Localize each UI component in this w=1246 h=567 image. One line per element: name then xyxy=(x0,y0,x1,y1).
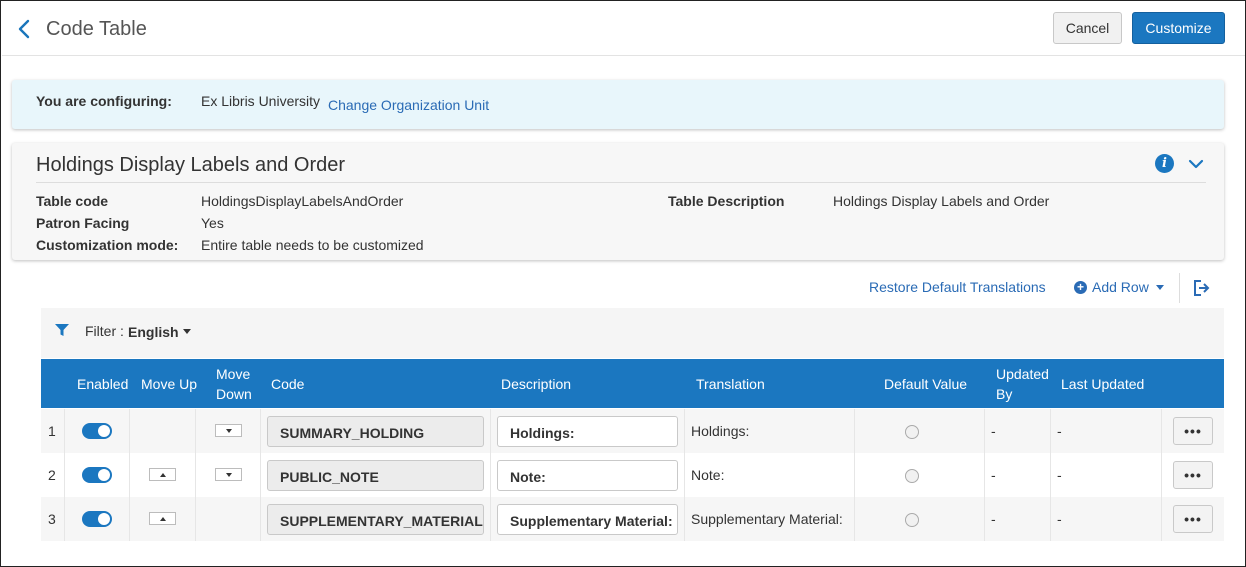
row-actions-more-button[interactable]: ••• xyxy=(1173,505,1213,533)
description-input[interactable]: Holdings: xyxy=(497,416,678,447)
configuring-panel: You are configuring: Ex Libris Universit… xyxy=(12,80,1224,129)
customization-mode-value: Entire table needs to be customized xyxy=(201,237,424,253)
plus-circle-icon: + xyxy=(1074,280,1087,294)
table-code-value: HoldingsDisplayLabelsAndOrder xyxy=(201,193,404,209)
row-number: 2 xyxy=(48,467,56,483)
default-value-radio[interactable] xyxy=(905,513,919,527)
table-header: Enabled Move Up Move Down Code Descripti… xyxy=(41,359,1224,408)
change-organization-link[interactable]: Change Organization Unit xyxy=(328,97,489,113)
details-divider xyxy=(36,182,1206,183)
row-actions-more-button[interactable]: ••• xyxy=(1173,461,1213,489)
details-title: Holdings Display Labels and Order xyxy=(36,154,346,176)
enabled-toggle[interactable] xyxy=(82,511,112,527)
last-updated-text: - xyxy=(1057,423,1062,439)
toolbar-divider xyxy=(1179,273,1180,303)
move-down-button[interactable] xyxy=(215,468,242,481)
code-field: SUMMARY_HOLDING xyxy=(267,416,484,447)
collapse-chevron-icon[interactable] xyxy=(1187,155,1205,173)
caret-down-icon xyxy=(1155,284,1164,290)
table-row: 2 PUBLIC_NOTE Note: Note: - - ••• xyxy=(41,453,1224,497)
col-move-down-line1[interactable]: Move xyxy=(216,364,250,384)
customize-button[interactable]: Customize xyxy=(1132,12,1225,44)
description-input[interactable]: Note: xyxy=(497,460,678,491)
table-row: 3 SUPPLEMENTARY_MATERIAL Supplementary M… xyxy=(41,497,1224,541)
enabled-toggle[interactable] xyxy=(82,467,112,483)
back-chevron-icon[interactable] xyxy=(14,16,36,42)
col-updated-by-line1[interactable]: Updated xyxy=(996,364,1049,384)
arrow-down-icon xyxy=(225,472,232,477)
col-description[interactable]: Description xyxy=(501,374,571,394)
restore-default-translations-link[interactable]: Restore Default Translations xyxy=(869,279,1046,295)
row-actions-more-button[interactable]: ••• xyxy=(1173,417,1213,445)
app-frame: Code Table Cancel Customize You are conf… xyxy=(0,0,1246,567)
table-details-panel: Holdings Display Labels and Order i Tabl… xyxy=(12,143,1224,260)
default-value-radio[interactable] xyxy=(905,469,919,483)
info-icon[interactable]: i xyxy=(1155,154,1174,173)
filter-funnel-icon xyxy=(55,324,69,337)
filter-label: Filter : xyxy=(85,323,124,339)
organization-name: Ex Libris University xyxy=(201,93,321,109)
col-default-value[interactable]: Default Value xyxy=(884,374,967,394)
col-move-up[interactable]: Move Up xyxy=(141,374,197,394)
translation-text: Supplementary Material: xyxy=(691,511,843,527)
top-bar: Code Table Cancel Customize xyxy=(2,2,1245,56)
description-input[interactable]: Supplementary Material: xyxy=(497,504,678,535)
translation-text: Note: xyxy=(691,467,725,483)
col-translation[interactable]: Translation xyxy=(696,374,765,394)
patron-facing-value: Yes xyxy=(201,215,224,231)
export-icon[interactable] xyxy=(1192,279,1212,297)
table-description-label: Table Description xyxy=(668,193,785,209)
translation-text: Holdings: xyxy=(691,423,750,439)
patron-facing-label: Patron Facing xyxy=(36,215,130,231)
enabled-toggle[interactable] xyxy=(82,423,112,439)
row-number: 1 xyxy=(48,423,56,439)
move-down-button[interactable] xyxy=(215,424,242,437)
code-field: SUPPLEMENTARY_MATERIAL xyxy=(267,504,484,535)
arrow-up-icon xyxy=(159,472,166,477)
table-description-value: Holdings Display Labels and Order xyxy=(833,193,1050,209)
add-row-label: Add Row xyxy=(1092,279,1149,295)
configuring-label: You are configuring: xyxy=(36,93,172,109)
table-code-label: Table code xyxy=(36,193,109,209)
last-updated-text: - xyxy=(1057,511,1062,527)
col-updated-by-line2[interactable]: By xyxy=(996,384,1012,404)
add-row-button[interactable]: + Add Row xyxy=(1074,279,1164,295)
filter-caret-down-icon[interactable] xyxy=(183,329,191,334)
arrow-up-icon xyxy=(159,516,166,521)
filter-language-select[interactable]: English xyxy=(128,324,179,340)
updated-by-text: - xyxy=(991,511,996,527)
move-up-button[interactable] xyxy=(149,468,176,481)
cancel-button[interactable]: Cancel xyxy=(1053,12,1122,44)
arrow-down-icon xyxy=(225,428,232,433)
default-value-radio[interactable] xyxy=(905,425,919,439)
col-last-updated[interactable]: Last Updated xyxy=(1061,374,1144,394)
updated-by-text: - xyxy=(991,423,996,439)
customization-mode-label: Customization mode: xyxy=(36,237,179,253)
move-up-button[interactable] xyxy=(149,512,176,525)
col-code[interactable]: Code xyxy=(271,374,304,394)
table-row: 1 SUMMARY_HOLDING Holdings: Holdings: - … xyxy=(41,409,1224,453)
page-title: Code Table xyxy=(46,18,147,40)
updated-by-text: - xyxy=(991,467,996,483)
code-field: PUBLIC_NOTE xyxy=(267,460,484,491)
col-enabled[interactable]: Enabled xyxy=(77,374,128,394)
filter-bar: Filter : English xyxy=(41,308,1224,358)
row-number: 3 xyxy=(48,511,56,527)
col-move-down-line2[interactable]: Down xyxy=(216,384,252,404)
last-updated-text: - xyxy=(1057,467,1062,483)
